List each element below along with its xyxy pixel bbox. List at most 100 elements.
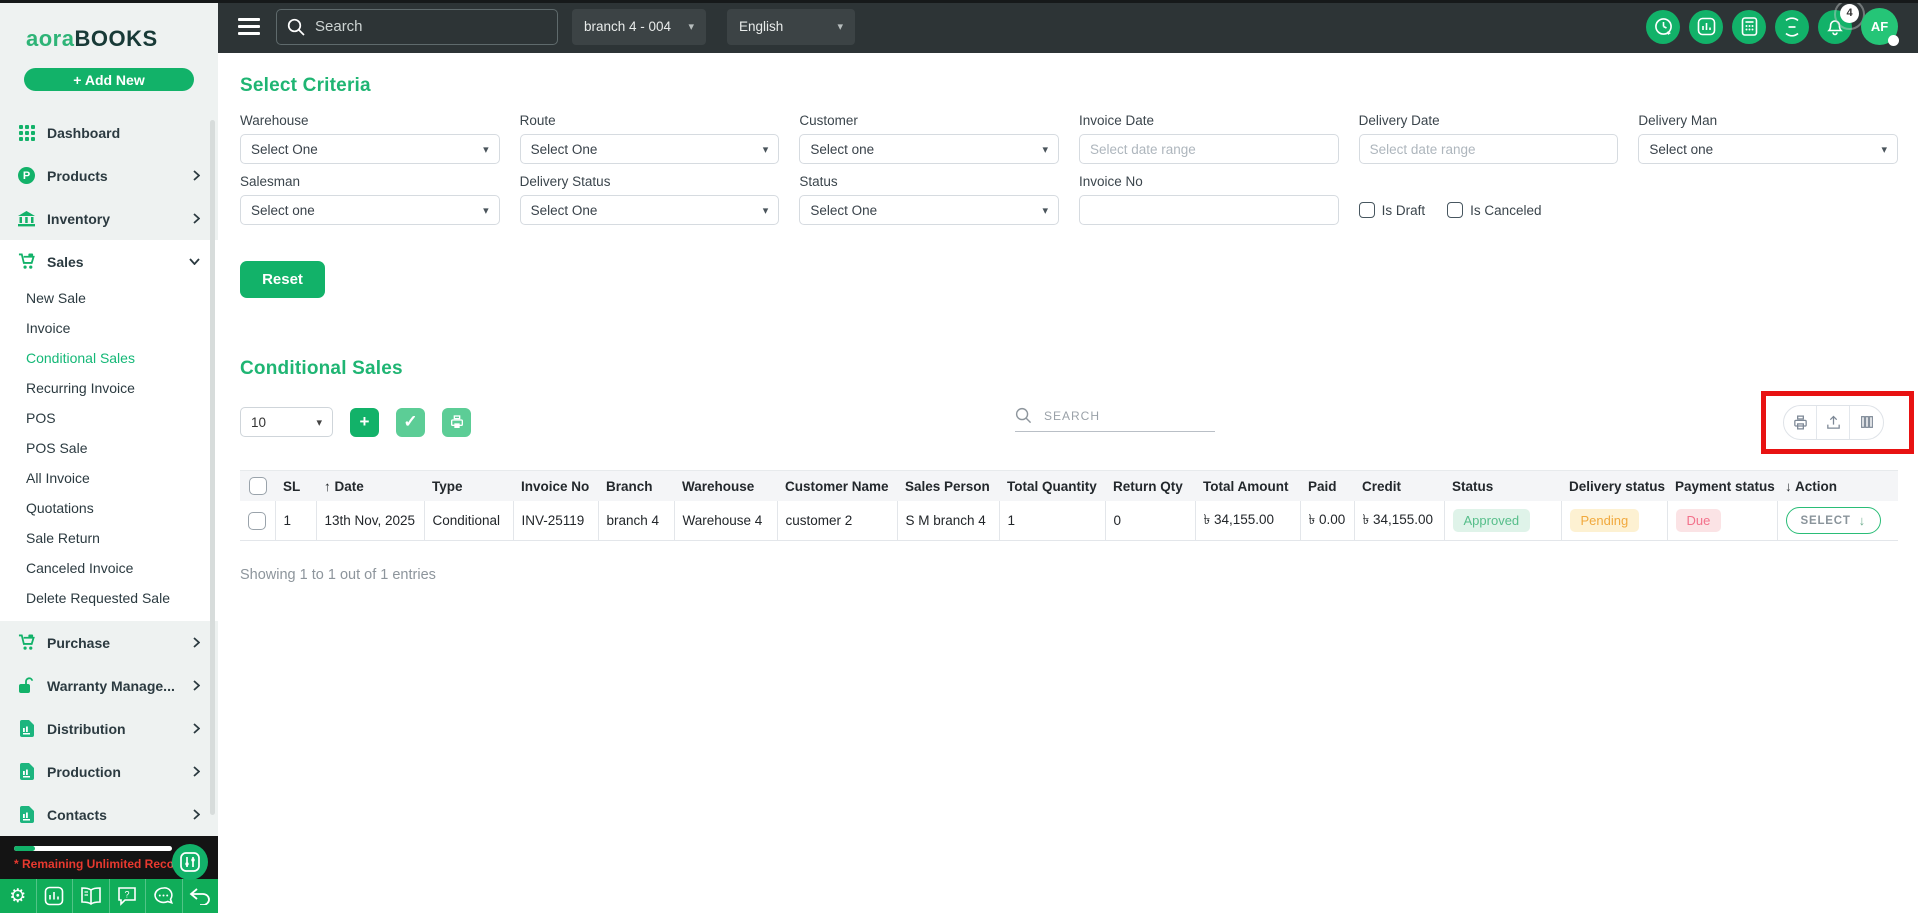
column-header-delivery-status[interactable]: Delivery status [1561, 471, 1667, 502]
print-table-button[interactable] [1784, 406, 1817, 439]
approve-selected-button[interactable]: ✓ [396, 408, 425, 437]
help-button[interactable]: ? [110, 879, 147, 913]
sidebar-item-products[interactable]: P Products [0, 154, 218, 197]
sidebar-item-purchase[interactable]: Purchase [0, 621, 218, 664]
undo-button[interactable] [183, 879, 219, 913]
sidebar-subitem-quotations[interactable]: Quotations [0, 493, 218, 523]
sidebar-subitem-recurring-invoice[interactable]: Recurring Invoice [0, 373, 218, 403]
sidebar-subitem-new-sale[interactable]: New Sale [0, 283, 218, 313]
reset-button[interactable]: Reset [240, 261, 325, 298]
sidebar-subitem-delete-requested-sale[interactable]: Delete Requested Sale [0, 583, 218, 613]
delivery-date-range-input[interactable] [1370, 142, 1608, 157]
delivery-status-select[interactable]: Select One▾ [520, 195, 780, 225]
route-select[interactable]: Select One▾ [520, 134, 780, 164]
document-icon [18, 720, 35, 737]
warehouse-select[interactable]: Select One▾ [240, 134, 500, 164]
filters-grid: Warehouse Select One▾ Route Select One▾ … [240, 113, 1898, 225]
global-search-input[interactable] [315, 18, 547, 35]
sidebar-item-production[interactable]: Production [0, 750, 218, 793]
add-new-button[interactable]: + Add New [24, 68, 194, 91]
cell-branch: branch 4 [598, 501, 674, 541]
invoice-no-field[interactable] [1079, 195, 1339, 225]
is-draft-checkbox-item[interactable]: Is Draft [1359, 202, 1426, 218]
notifications-button[interactable]: 4 [1818, 10, 1852, 44]
is-canceled-checkbox-item[interactable]: Is Canceled [1447, 202, 1541, 218]
sidebar-subitem-all-invoice[interactable]: All Invoice [0, 463, 218, 493]
sidebar-subitem-sale-return[interactable]: Sale Return [0, 523, 218, 553]
column-header-type[interactable]: Type [424, 471, 513, 502]
delivery-man-select[interactable]: Select one▾ [1638, 134, 1898, 164]
add-sale-button[interactable]: + [350, 408, 379, 437]
branch-selector[interactable]: branch 4 - 004 ▾ [572, 9, 706, 45]
column-header-total-quantity[interactable]: Total Quantity [999, 471, 1105, 502]
invoice-date-range-input[interactable] [1090, 142, 1328, 157]
customer-select[interactable]: Select one▾ [799, 134, 1059, 164]
page-size-select[interactable]: 10 ▾ [240, 407, 333, 437]
column-header-paid[interactable]: Paid [1300, 471, 1354, 502]
sidebar-subitem-pos[interactable]: POS [0, 403, 218, 433]
salesman-select[interactable]: Select one▾ [240, 195, 500, 225]
column-header-invoice-no[interactable]: Invoice No [513, 471, 598, 502]
column-header-payment-status[interactable]: Payment status [1667, 471, 1777, 502]
invoice-date-range-field[interactable] [1079, 134, 1339, 164]
invoice-no-input[interactable] [1090, 203, 1328, 218]
column-header-warehouse[interactable]: Warehouse [674, 471, 777, 502]
language-selector[interactable]: English ▾ [727, 9, 855, 45]
avatar-status-dot [1888, 35, 1899, 46]
sidebar-item-contacts[interactable]: Contacts [0, 793, 218, 836]
sidebar-subitem-invoice[interactable]: Invoice [0, 313, 218, 343]
caret-down-icon: ▾ [688, 20, 694, 33]
global-search-box[interactable] [276, 9, 558, 45]
sidebar-scrollbar[interactable] [210, 120, 215, 815]
time-tracker-button[interactable] [1646, 10, 1680, 44]
sidebar-item-sales[interactable]: Sales [0, 240, 218, 283]
sliders-button[interactable] [172, 844, 208, 880]
caret-down-icon: ▾ [316, 416, 322, 429]
hamburger-menu-button[interactable] [238, 14, 260, 39]
column-settings-button[interactable] [1850, 406, 1883, 439]
print-selected-button[interactable] [442, 408, 471, 437]
row-checkbox[interactable] [248, 512, 266, 530]
column-header-date[interactable]: ↑ Date [316, 471, 424, 502]
column-header-credit[interactable]: Credit [1354, 471, 1444, 502]
brand-logo[interactable]: aoraBOOKS [0, 0, 218, 52]
svg-text:?: ? [125, 890, 130, 900]
is-draft-checkbox[interactable] [1359, 202, 1375, 218]
delivery-date-range-field[interactable] [1359, 134, 1619, 164]
table-search-box[interactable] [1015, 407, 1215, 432]
export-button[interactable] [1817, 406, 1850, 439]
sidebar-item-distribution[interactable]: Distribution [0, 707, 218, 750]
sidebar-item-inventory[interactable]: Inventory [0, 197, 218, 240]
column-header-customer-name[interactable]: Customer Name [777, 471, 897, 502]
column-header-total-amount[interactable]: Total Amount [1195, 471, 1300, 502]
stats-button[interactable] [1689, 10, 1723, 44]
sidebar-item-label: Inventory [47, 211, 181, 227]
sidebar-item-dashboard[interactable]: Dashboard [0, 111, 218, 154]
calculator-button[interactable] [1732, 10, 1766, 44]
is-canceled-checkbox[interactable] [1447, 202, 1463, 218]
table-search-input[interactable] [1044, 409, 1174, 423]
sidebar-subitem-conditional-sales[interactable]: Conditional Sales [0, 343, 218, 373]
select-all-checkbox[interactable] [249, 477, 267, 495]
column-header-status[interactable]: Status [1444, 471, 1561, 502]
column-header-action[interactable]: ↓ Action [1777, 471, 1898, 502]
column-header-branch[interactable]: Branch [598, 471, 674, 502]
conditional-sales-table: SL ↑ Date Type Invoice No Branch Warehou… [240, 470, 1898, 541]
book-icon [80, 887, 102, 905]
filter-status: Status Select One▾ [799, 174, 1059, 225]
sidebar-subitem-pos-sale[interactable]: POS Sale [0, 433, 218, 463]
settings-button[interactable]: ⚙ [0, 879, 37, 913]
help-bubble-icon: ? [117, 886, 137, 906]
user-avatar[interactable]: AF [1861, 8, 1898, 45]
column-header-sl[interactable]: SL [275, 471, 316, 502]
reports-button[interactable] [37, 879, 74, 913]
scanner-button[interactable] [1775, 10, 1809, 44]
chat-button[interactable] [146, 879, 183, 913]
sidebar-item-warranty-management[interactable]: Warranty Manage... [0, 664, 218, 707]
docs-button[interactable] [73, 879, 110, 913]
column-header-sales-person[interactable]: Sales Person [897, 471, 999, 502]
status-select[interactable]: Select One▾ [799, 195, 1059, 225]
row-select-action-button[interactable]: SELECT ↓ [1786, 507, 1881, 534]
sidebar-subitem-canceled-invoice[interactable]: Canceled Invoice [0, 553, 218, 583]
column-header-return-qty[interactable]: Return Qty [1105, 471, 1195, 502]
